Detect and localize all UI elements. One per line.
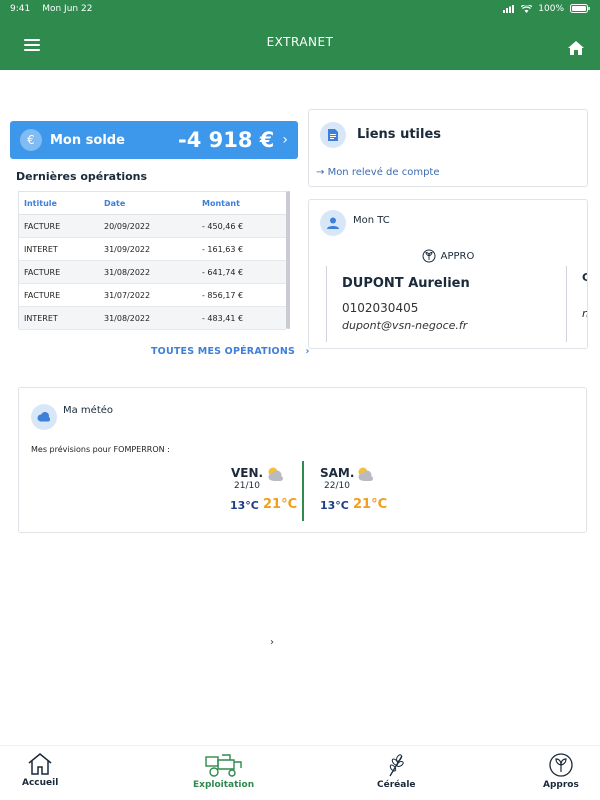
tc-category-label: APPRO xyxy=(440,250,475,262)
chevron-right-icon: › xyxy=(282,132,288,148)
cell-amount: - 856,17 € xyxy=(202,290,244,300)
home-outline-icon xyxy=(28,753,52,775)
document-icon xyxy=(320,122,346,148)
cell-amount: - 483,41 € xyxy=(202,313,244,323)
cell-label: INTERET xyxy=(24,313,58,323)
euro-icon: € xyxy=(20,129,42,151)
wifi-icon xyxy=(521,4,533,13)
cell-date: 31/07/2022 xyxy=(104,290,151,300)
tab-label: Exploitation xyxy=(193,780,255,790)
cell-amount: - 161,63 € xyxy=(202,244,244,254)
day-divider xyxy=(302,461,304,521)
tab-accueil[interactable]: Accueil xyxy=(22,752,58,788)
cell-label: FACTURE xyxy=(24,267,61,277)
weather-title: Ma météo xyxy=(63,405,114,416)
forecast-day: VEN. 21/10 13°C 21°C xyxy=(230,466,298,520)
battery-icon xyxy=(570,4,590,13)
tab-label: Appros xyxy=(543,780,579,790)
sprout-circle-icon xyxy=(549,753,573,777)
cell-date: 31/09/2022 xyxy=(104,244,151,254)
status-date: Mon Jun 22 xyxy=(42,3,93,14)
tab-cereale[interactable]: Céréale xyxy=(377,752,416,790)
status-time: 9:41 xyxy=(10,3,31,14)
account-statement-link[interactable]: → Mon relevé de compte xyxy=(316,167,440,178)
bottom-tab-bar: Accueil Exploitation Céréale Appros xyxy=(0,745,600,800)
balance-button[interactable]: € Mon solde -4 918 € › xyxy=(10,121,298,159)
tab-appros[interactable]: Appros xyxy=(543,752,579,790)
temp-max: 21°C xyxy=(263,497,298,512)
operations-table[interactable]: Intitule Date Montant FACTURE 20/09/2022… xyxy=(18,191,290,330)
tab-label: Céréale xyxy=(377,780,416,790)
tc-contact-card-next[interactable]: G n xyxy=(566,266,587,342)
home-icon[interactable] xyxy=(567,40,585,56)
tc-email-partial: n xyxy=(582,307,587,320)
day-date: 21/10 xyxy=(234,481,260,491)
user-icon xyxy=(320,210,346,236)
balance-label: Mon solde xyxy=(50,132,125,148)
cell-date: 31/08/2022 xyxy=(104,313,151,323)
all-operations-link[interactable]: TOUTES MES OPÉRATIONS › xyxy=(151,346,310,357)
tc-name-partial: G xyxy=(582,271,587,284)
status-indicators: 100% xyxy=(503,4,590,14)
column-header: Montant xyxy=(202,198,240,208)
account-statement-label: Mon relevé de compte xyxy=(327,167,440,178)
cell-label: FACTURE xyxy=(24,221,61,231)
tc-phone[interactable]: 0102030405 xyxy=(342,301,418,315)
table-row[interactable]: INTERET 31/08/2022 - 483,41 € xyxy=(19,307,286,330)
tab-exploitation[interactable]: Exploitation xyxy=(193,752,254,790)
tc-name: DUPONT Aurelien xyxy=(342,276,470,291)
table-row[interactable]: FACTURE 31/08/2022 - 641,74 € xyxy=(19,261,286,284)
day-date: 22/10 xyxy=(324,481,350,491)
cell-amount: - 450,46 € xyxy=(202,221,244,231)
sprout-icon xyxy=(422,249,436,263)
tc-category: APPRO xyxy=(309,249,587,263)
harvester-icon xyxy=(204,754,242,777)
useful-links-card: Liens utiles → Mon relevé de compte xyxy=(308,109,588,187)
tab-label: Accueil xyxy=(22,778,59,788)
partly-cloudy-icon xyxy=(268,467,283,481)
table-header: Intitule Date Montant xyxy=(19,192,286,215)
tc-email[interactable]: dupont@vsn-negoce.fr xyxy=(342,319,467,332)
page-title: EXTRANET xyxy=(266,35,334,49)
operations-title: Dernières opérations xyxy=(16,170,148,183)
my-tc-card: Mon TC APPRO DUPONT Aurelien 0102030405 … xyxy=(308,199,588,349)
signal-icon xyxy=(503,4,515,13)
battery-percent: 100% xyxy=(538,3,564,14)
wheat-icon xyxy=(389,754,404,777)
column-header: Date xyxy=(104,198,126,208)
day-name: VEN. xyxy=(230,466,264,480)
temp-max: 21°C xyxy=(353,497,388,512)
day-name: SAM. xyxy=(320,466,355,480)
tc-contact-card[interactable]: DUPONT Aurelien 0102030405 dupont@vsn-ne… xyxy=(326,266,566,342)
table-body: FACTURE 20/09/2022 - 450,46 € INTERET 31… xyxy=(19,215,286,330)
chevron-right-icon[interactable]: › xyxy=(270,637,274,648)
arrow-right-icon: → xyxy=(316,167,328,178)
forecast-label: Mes prévisions pour FOMPERRON : xyxy=(31,445,170,454)
temp-min: 13°C xyxy=(320,499,349,512)
cell-date: 20/09/2022 xyxy=(104,221,151,231)
balance-amount: -4 918 € xyxy=(177,128,275,152)
forecast-day: SAM. 22/10 13°C 21°C xyxy=(320,466,388,520)
table-row[interactable]: FACTURE 31/07/2022 - 856,17 € xyxy=(19,284,286,307)
weather-card: Ma météo Mes prévisions pour FOMPERRON :… xyxy=(18,387,587,533)
partly-cloudy-icon xyxy=(358,467,373,481)
cell-date: 31/08/2022 xyxy=(104,267,151,277)
cell-label: FACTURE xyxy=(24,290,61,300)
cell-amount: - 641,74 € xyxy=(202,267,244,277)
my-tc-title: Mon TC xyxy=(353,215,390,226)
app-header: EXTRANET xyxy=(0,17,600,70)
cloud-icon xyxy=(31,404,57,430)
temp-min: 13°C xyxy=(230,499,259,512)
column-header: Intitule xyxy=(24,198,57,208)
useful-links-title: Liens utiles xyxy=(357,127,442,142)
status-bar: 9:41 Mon Jun 22 100% xyxy=(0,0,600,17)
cell-label: INTERET xyxy=(24,244,58,254)
table-row[interactable]: INTERET 31/09/2022 - 161,63 € xyxy=(19,238,286,261)
all-operations-label: TOUTES MES OPÉRATIONS xyxy=(151,346,296,357)
table-row[interactable]: FACTURE 20/09/2022 - 450,46 € xyxy=(19,215,286,238)
